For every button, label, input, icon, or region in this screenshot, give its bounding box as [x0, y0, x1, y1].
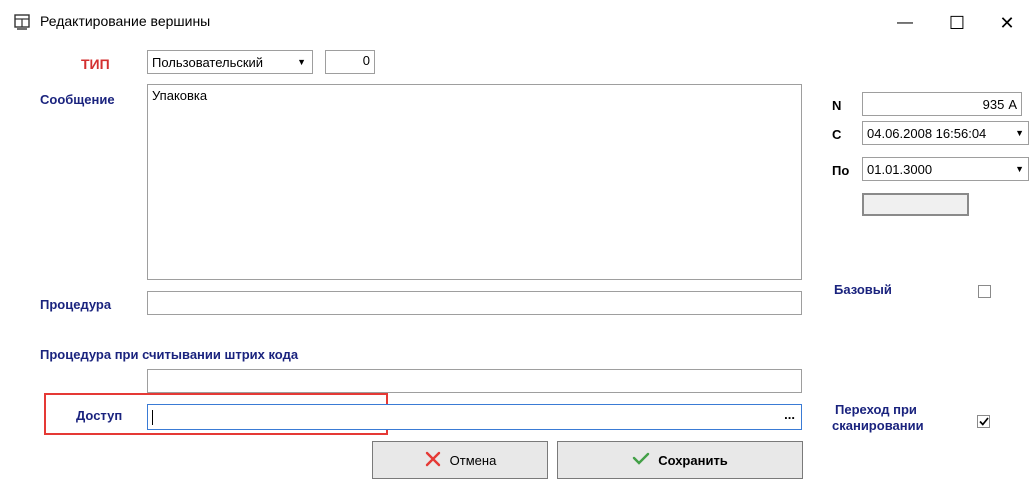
save-button-label: Сохранить	[658, 452, 728, 468]
procedure-value	[148, 290, 156, 309]
maximize-icon: ☐	[948, 12, 966, 33]
n-label: N	[832, 98, 842, 113]
from-date-label: С	[832, 127, 842, 142]
access-browse-button[interactable]: ...	[784, 407, 795, 422]
access-input[interactable]: ...	[147, 404, 802, 430]
barcode-procedure-label: Процедура при считывании штрих кода	[40, 347, 299, 362]
checkmark-icon	[978, 414, 989, 429]
checkmark-icon	[632, 452, 650, 469]
minimize-button[interactable]: —	[882, 8, 928, 38]
to-date-label: По	[832, 163, 850, 178]
chevron-down-icon: ▼	[1015, 128, 1024, 138]
transition-checkbox[interactable]	[977, 415, 990, 428]
message-value: Упаковка	[152, 88, 208, 103]
n-value: 935	[982, 96, 1005, 112]
cancel-button[interactable]: Отмена	[372, 441, 548, 479]
base-checkbox[interactable]	[978, 285, 991, 298]
close-icon: ✕	[999, 12, 1015, 33]
type-number-input[interactable]: 0	[325, 50, 375, 74]
type-value: Пользовательский	[152, 54, 264, 70]
from-date-value: 04.06.2008 16:56:04	[867, 125, 987, 141]
barcode-procedure-input[interactable]	[147, 369, 802, 393]
app-icon	[12, 12, 32, 32]
to-date-value: 01.01.3000	[867, 161, 933, 177]
maximize-button[interactable]: ☐	[934, 8, 980, 38]
text-cursor	[152, 410, 153, 425]
empty-indicator-field	[862, 193, 969, 216]
cancel-button-label: Отмена	[449, 452, 497, 468]
message-textarea[interactable]: Упаковка	[147, 84, 802, 280]
type-number-value: 0	[362, 53, 370, 68]
close-button[interactable]: ✕	[984, 8, 1030, 38]
access-label: Доступ	[76, 408, 123, 423]
cross-icon	[424, 450, 442, 471]
window-title: Редактирование вершины	[40, 13, 211, 29]
transition-label-line1: Переход при	[835, 402, 917, 417]
n-suffix: A	[1008, 96, 1017, 112]
save-button[interactable]: Сохранить	[557, 441, 803, 479]
message-label: Сообщение	[40, 92, 115, 107]
n-field[interactable]: 935 A	[862, 92, 1022, 116]
to-date-picker[interactable]: 01.01.3000 ▼	[862, 157, 1029, 181]
minimize-icon: —	[897, 14, 913, 31]
procedure-label: Процедура	[40, 297, 112, 312]
type-label: ТИП	[81, 56, 110, 72]
procedure-input[interactable]	[147, 291, 802, 315]
base-label: Базовый	[834, 282, 892, 297]
transition-label-line2: сканировании	[832, 418, 924, 433]
barcode-procedure-value	[148, 368, 156, 387]
type-dropdown[interactable]: Пользовательский ▼	[147, 50, 313, 74]
chevron-down-icon: ▼	[1015, 164, 1024, 174]
chevron-down-icon: ▼	[297, 57, 306, 67]
from-date-picker[interactable]: 04.06.2008 16:56:04 ▼	[862, 121, 1029, 145]
